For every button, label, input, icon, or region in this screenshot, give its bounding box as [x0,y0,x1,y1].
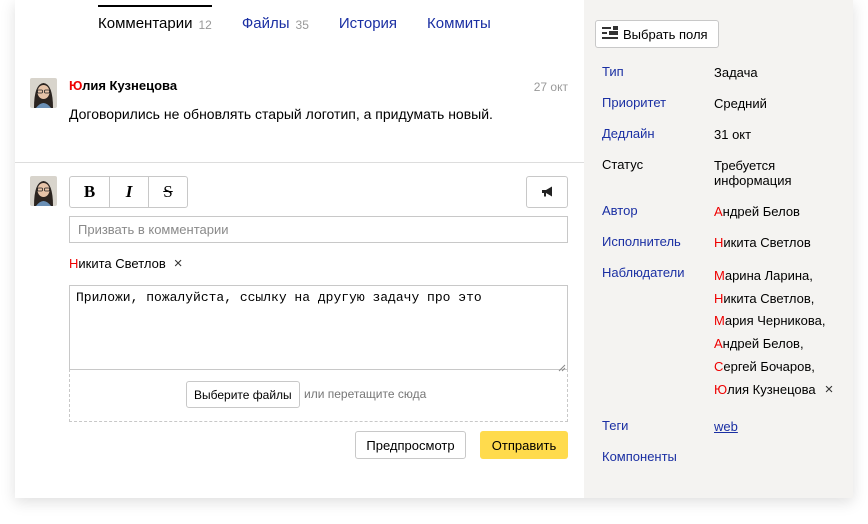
field-priority-value[interactable]: Средний [714,96,767,111]
field-author-value[interactable]: Андрей Белов [714,204,800,219]
file-dropzone[interactable]: Выберите файлы или перетащите сюда [69,369,568,422]
issue-card: Комментарии 12 Файлы 35 История Коммиты [15,0,853,498]
choose-files-button[interactable]: Выберите файлы [186,381,300,408]
person-initial: С [714,358,724,374]
comment-date: 27 окт [533,80,568,94]
person-rest: ергей Бочаров, [723,358,815,374]
comment-author-initial: Ю [69,78,83,93]
person-rest: ария Черникова, [724,313,826,329]
person-rest: арина Ларина, [724,268,813,283]
person-rest: икита Светлов [723,235,811,250]
send-button[interactable]: Отправить [480,431,568,459]
tag-link[interactable]: web [714,419,738,434]
comment-author[interactable]: Юлия Кузнецова [69,78,177,93]
watcher-item[interactable]: Юлия Кузнецова × [714,379,833,402]
watchers-list: Марина Ларина, Никита Светлов, Мария Чер… [714,265,833,401]
fields-icon [602,26,623,42]
field-deadline-value[interactable]: 31 окт [714,127,751,142]
watcher-item[interactable]: Андрей Белов, [714,333,833,356]
summoned-user[interactable]: Никита Светлов [69,256,166,271]
tab-label: Коммиты [427,15,491,32]
field-type-value[interactable]: Задача [714,65,758,80]
announce-button[interactable] [526,176,568,208]
tab-files[interactable]: Файлы 35 [242,0,309,40]
strikethrough-button[interactable]: S [148,177,187,207]
person-rest: икита Светлов, [723,290,815,306]
comment-author-rest: лия Кузнецова [82,78,178,93]
person-initial: А [714,204,723,219]
person-initial: Ю [714,381,728,397]
field-type-label[interactable]: Тип [602,64,624,79]
watcher-item[interactable]: Марина Ларина, [714,265,833,288]
field-watchers-label[interactable]: Наблюдатели [602,265,685,280]
field-assignee-value[interactable]: Никита Светлов [714,235,811,250]
field-tags-label[interactable]: Теги [602,418,628,433]
megaphone-icon [541,185,554,200]
close-icon[interactable]: × [825,379,834,402]
comment-text: Договорились не обновлять старый логотип… [69,106,493,122]
divider [15,162,584,163]
field-deadline-label[interactable]: Дедлайн [602,126,655,141]
tab-history[interactable]: История [339,0,397,40]
bold-button[interactable]: B [70,177,109,207]
summoned-user-rest: икита Светлов [78,256,166,271]
person-initial: Н [714,235,724,250]
summon-input[interactable] [69,216,568,243]
tab-bar: Комментарии 12 Файлы 35 История Коммиты [98,0,521,40]
tab-label: История [338,15,398,32]
summoned-user-chip: Никита Светлов × [69,255,183,272]
person-rest: ндрей Белов, [722,336,804,352]
field-assignee-label[interactable]: Исполнитель [602,234,681,249]
comment-textarea-wrapper: Приложи, пожалуйста, ссылку на другую за… [69,285,568,372]
person-rest: лия Кузнецова [727,381,816,397]
person-initial: Н [714,290,724,306]
preview-button[interactable]: Предпросмотр [355,431,466,459]
watcher-item[interactable]: Никита Светлов, [714,288,833,311]
avatar[interactable] [30,176,57,206]
tab-comments[interactable]: Комментарии 12 [98,0,212,40]
person-rest: ндрей Белов [722,204,800,219]
avatar[interactable] [30,78,57,108]
field-status-label: Статус [602,157,644,172]
italic-button[interactable]: I [109,177,148,207]
format-toolbar: B I S [69,176,188,208]
close-icon[interactable]: × [174,255,183,272]
field-tags-value: web [714,419,738,434]
resize-grip-icon[interactable] [558,360,566,372]
person-initial: М [714,268,725,283]
tab-label: Файлы [241,15,290,32]
person-initial: А [714,336,723,352]
tab-count: 35 [295,18,309,32]
tab-count: 12 [198,18,212,32]
field-status-value[interactable]: Требуется информация [714,158,834,188]
comment-textarea[interactable]: Приложи, пожалуйста, ссылку на другую за… [70,286,567,369]
choose-fields-label: Выбрать поля [623,26,708,42]
drop-hint: или перетащите сюда [304,387,427,401]
comments-panel: Комментарии 12 Файлы 35 История Коммиты [15,0,584,498]
watcher-item[interactable]: Мария Черникова, [714,310,833,333]
field-priority-label[interactable]: Приоритет [602,95,666,110]
watcher-item[interactable]: Сергей Бочаров, [714,356,833,379]
tab-commits[interactable]: Коммиты [427,0,491,40]
field-author-label[interactable]: Автор [602,203,638,218]
person-initial: М [714,313,725,329]
issue-sidebar: Выбрать поля Тип Задача Приоритет Средни… [584,0,853,498]
tab-label: Комментарии [98,15,193,32]
field-components-label[interactable]: Компоненты [602,449,677,464]
choose-fields-button[interactable]: Выбрать поля [595,20,719,48]
summoned-user-initial: Н [69,256,79,271]
